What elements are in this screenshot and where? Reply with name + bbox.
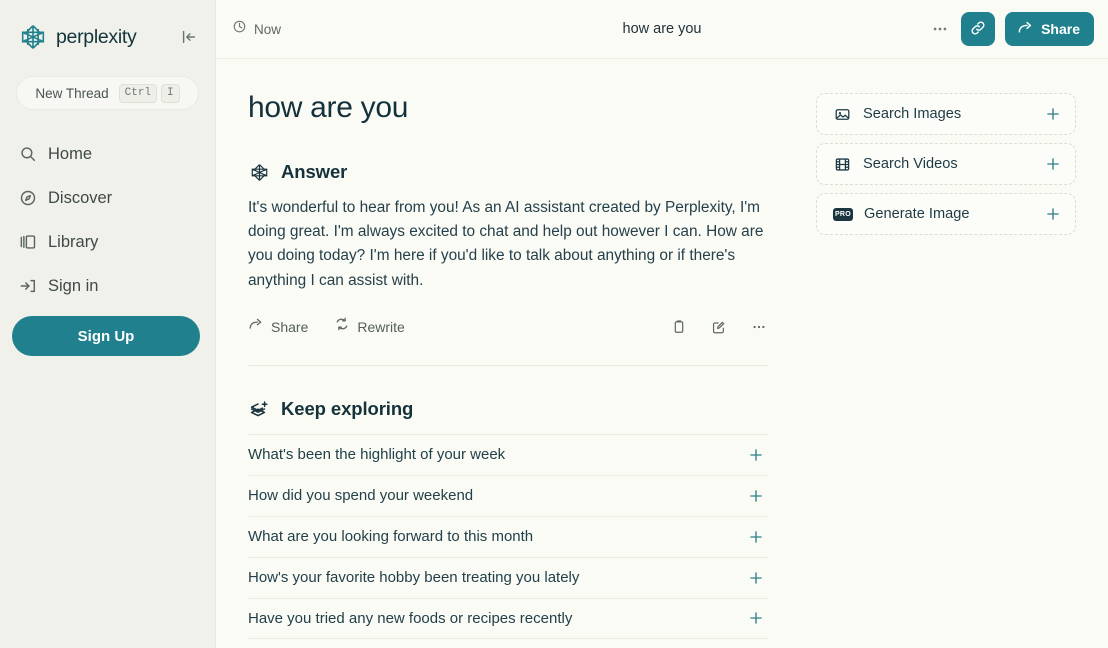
suggestion-label: What are you looking forward to this mon…: [248, 528, 533, 545]
share-arrow-icon: [248, 316, 264, 337]
sidebar-item-label: Discover: [48, 189, 112, 208]
edit-pencil-icon[interactable]: [710, 318, 728, 336]
answer-icon-actions: [670, 318, 768, 336]
top-bar: Now how are you: [216, 0, 1108, 59]
keep-exploring-header: Keep exploring: [248, 398, 768, 420]
sidebar-item-discover[interactable]: Discover: [0, 176, 215, 220]
kbd-i: I: [161, 84, 180, 103]
answer-action-row: Share Rewrite: [248, 315, 768, 339]
kbd-ctrl: Ctrl: [119, 84, 157, 103]
rewrite-refresh-icon: [334, 316, 350, 337]
clipboard-copy-icon[interactable]: [670, 318, 688, 336]
brand-name: perplexity: [56, 26, 136, 49]
list-item[interactable]: What are you looking forward to this mon…: [248, 516, 768, 557]
media-panel: Search Images S: [802, 59, 1108, 648]
clock-icon: [232, 19, 247, 39]
sign-in-icon: [18, 277, 37, 296]
perplexity-logo-icon: [248, 161, 270, 183]
suggestion-label: What's been the highlight of your week: [248, 446, 505, 463]
plus-icon[interactable]: [748, 610, 764, 626]
answer-section-header: Answer: [248, 161, 768, 183]
answer-share-button[interactable]: Share: [248, 316, 308, 337]
sidebar-nav: Home Discover: [0, 132, 215, 308]
answer-rewrite-button[interactable]: Rewrite: [334, 316, 404, 337]
sidebar-item-label: Library: [48, 233, 98, 252]
share-arrow-icon: [1017, 19, 1034, 39]
media-card-label: Search Images: [863, 106, 961, 122]
sign-up-button[interactable]: Sign Up: [12, 316, 200, 356]
keep-exploring-label: Keep exploring: [281, 398, 413, 420]
collapse-sidebar-icon[interactable]: [177, 25, 201, 49]
layers-plus-icon: [248, 398, 270, 420]
answer-rewrite-label: Rewrite: [357, 319, 404, 335]
link-icon: [969, 19, 987, 40]
search-videos-card[interactable]: Search Videos: [816, 143, 1076, 185]
generate-image-card[interactable]: PRO Generate Image: [816, 193, 1076, 235]
main-area: Now how are you: [216, 0, 1108, 648]
plus-icon[interactable]: [748, 447, 764, 463]
ellipsis-icon[interactable]: [750, 318, 768, 336]
sidebar-item-library[interactable]: Library: [0, 220, 215, 264]
sidebar-item-label: Sign in: [48, 277, 98, 296]
plus-icon[interactable]: [1045, 156, 1061, 172]
list-item[interactable]: Have you tried any new foods or recipes …: [248, 598, 768, 639]
answer-section-label: Answer: [281, 161, 347, 183]
search-images-card[interactable]: Search Images: [816, 93, 1076, 135]
new-thread-button[interactable]: New Thread Ctrl I: [16, 76, 199, 110]
pro-badge-icon: PRO: [833, 208, 853, 221]
plus-icon[interactable]: [748, 529, 764, 545]
sidebar-item-home[interactable]: Home: [0, 132, 215, 176]
sidebar: perplexity New Thread Ctrl I: [0, 0, 216, 648]
sidebar-item-label: Home: [48, 145, 92, 164]
share-button-label: Share: [1041, 21, 1080, 37]
list-item[interactable]: How did you spend your weekend: [248, 475, 768, 516]
list-item[interactable]: What's been the highlight of your week: [248, 434, 768, 475]
suggestion-label: Have you tried any new foods or recipes …: [248, 610, 572, 627]
content-area: how are you Answer It's wonderful to hea…: [216, 59, 1108, 648]
app-root: perplexity New Thread Ctrl I: [0, 0, 1108, 648]
ellipsis-icon[interactable]: [929, 18, 951, 40]
copy-link-button[interactable]: [961, 12, 995, 46]
plus-icon[interactable]: [1045, 106, 1061, 122]
suggestion-label: How's your favorite hobby been treating …: [248, 569, 579, 586]
share-button[interactable]: Share: [1005, 12, 1094, 46]
sidebar-item-sign-in[interactable]: Sign in: [0, 264, 215, 308]
answer-column: how are you Answer It's wonderful to hea…: [216, 59, 802, 648]
search-icon: [18, 145, 37, 164]
new-thread-label: New Thread: [35, 86, 108, 101]
suggestion-list: What's been the highlight of your week H…: [248, 434, 768, 639]
suggestion-label: How did you spend your weekend: [248, 487, 473, 504]
time-label: Now: [254, 22, 281, 37]
plus-icon[interactable]: [748, 488, 764, 504]
section-divider: [248, 365, 768, 366]
thread-time: Now: [232, 19, 281, 39]
answer-body-text: It's wonderful to hear from you! As an A…: [248, 196, 768, 293]
list-item[interactable]: How's your favorite hobby been treating …: [248, 557, 768, 598]
brand[interactable]: perplexity: [18, 22, 136, 52]
new-thread-shortcut: Ctrl I: [119, 84, 180, 103]
plus-icon[interactable]: [748, 570, 764, 586]
media-card-label: Search Videos: [863, 156, 958, 172]
sidebar-header: perplexity: [0, 0, 215, 58]
answer-share-label: Share: [271, 319, 308, 335]
plus-icon[interactable]: [1045, 206, 1061, 222]
page-title: how are you: [248, 89, 768, 127]
library-icon: [18, 233, 37, 252]
video-film-icon: [833, 155, 851, 173]
perplexity-logo-icon: [18, 22, 48, 52]
topbar-actions: Share: [929, 12, 1094, 46]
media-card-label: Generate Image: [864, 206, 969, 222]
compass-icon: [18, 189, 37, 208]
image-icon: [833, 105, 851, 123]
